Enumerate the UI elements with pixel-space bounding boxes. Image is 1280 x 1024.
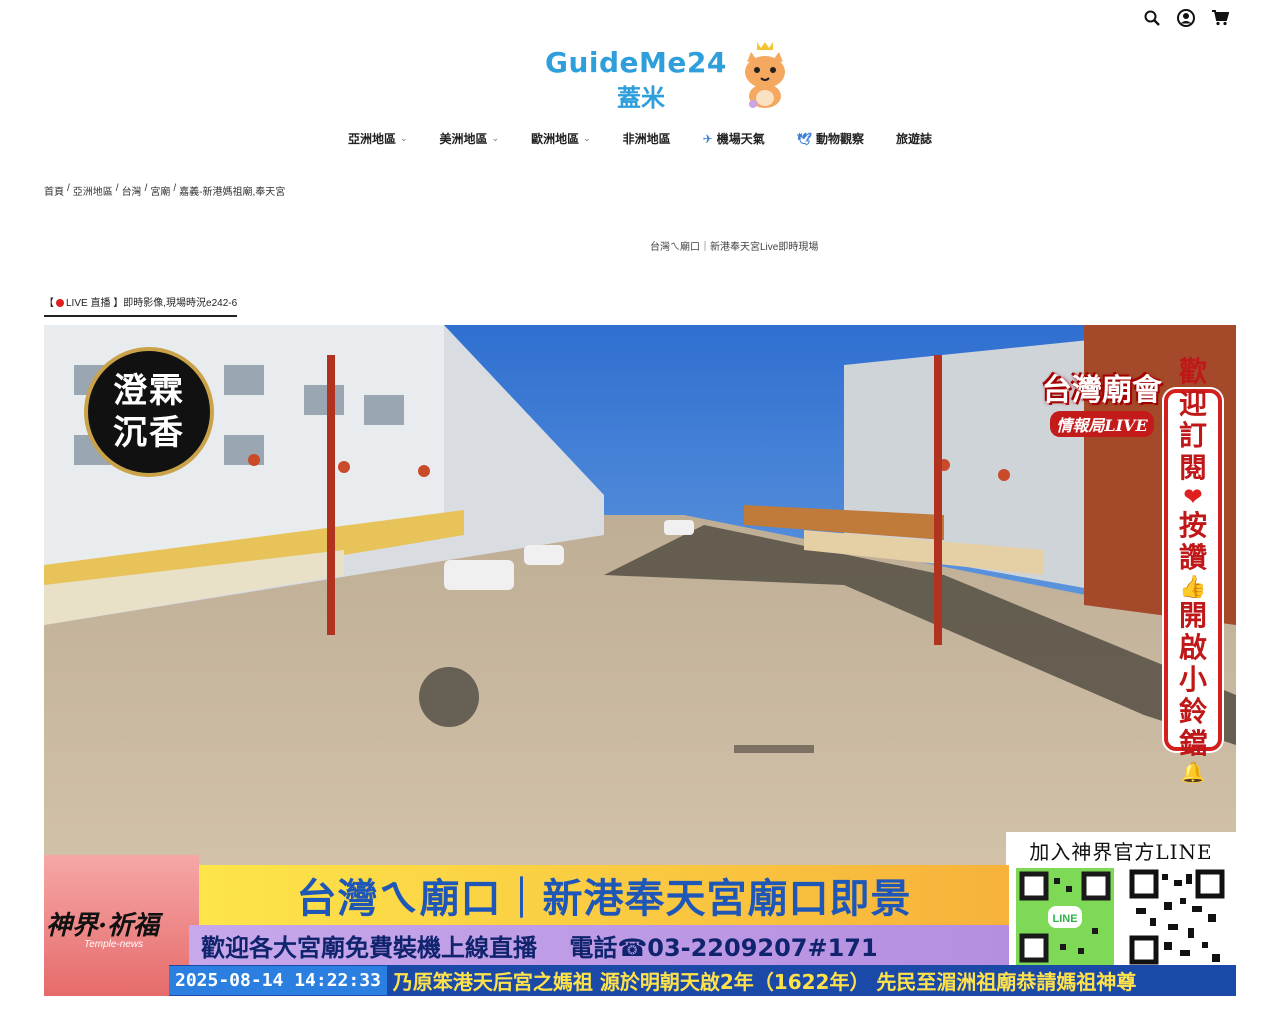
- subscribe-char: 小: [1178, 663, 1207, 696]
- subscribe-char: 歡: [1178, 355, 1207, 388]
- bird-icon: 🕊: [796, 131, 812, 146]
- line-title: 加入神界官方LINE: [1029, 840, 1213, 864]
- subscribe-char: 鐺: [1178, 727, 1207, 760]
- video-timestamp: 2025-08-14 14:22:33: [169, 966, 387, 995]
- heart-icon: ❤: [1183, 484, 1203, 510]
- breadcrumb-sep: /: [144, 183, 148, 194]
- chevron-down-icon: ⌄: [583, 133, 591, 143]
- svg-text:LINE: LINE: [1052, 913, 1077, 925]
- cart-icon[interactable]: [1210, 8, 1230, 28]
- page-subtitle: 台灣ㄟ廟口｜新港奉天宮Live即時現場: [650, 242, 819, 253]
- sponsor-badge-line: 澄霖: [113, 371, 185, 411]
- nav-label: 亞洲地區: [347, 132, 396, 146]
- banner-title: 台灣ㄟ廟口｜新港奉天宮廟口即景: [199, 865, 1009, 925]
- ticker-message: 乃原笨港天后宮之媽祖 源於明朝天啟2年（1622年） 先民至湄洲祖廟恭請媽祖神尊: [392, 970, 1137, 994]
- breadcrumb: 首頁 / 亞洲地區 / 台灣 / 宮廟 / 嘉義-新港媽祖廟,奉天宮: [44, 183, 285, 198]
- nav-label: 機場天氣: [716, 132, 765, 146]
- nav-item-americas[interactable]: 美洲地區 ⌄: [424, 128, 516, 149]
- cat-mascot-icon: [745, 42, 785, 108]
- nav-label: 旅遊誌: [896, 132, 933, 146]
- nav-item-animal-watch[interactable]: 🕊 動物觀察: [781, 128, 880, 149]
- banner-logo-text: 神界·祈福: [46, 911, 160, 941]
- nav-item-africa[interactable]: 非洲地區: [607, 128, 687, 149]
- live-video-player[interactable]: 澄霖 沉香 台灣廟會 情報局LIVE 歡 迎 訂 閱 ❤ 按 讚 👍 開 啟 小…: [44, 325, 1236, 996]
- live-dot-icon: [56, 299, 64, 307]
- nav-item-asia[interactable]: 亞洲地區 ⌄: [332, 128, 424, 149]
- nav-item-europe[interactable]: 歐洲地區 ⌄: [515, 128, 607, 149]
- nav-label: 美洲地區: [439, 132, 488, 146]
- tab-live-label: LIVE 直播 】即時影像,現場時況e242-6: [66, 298, 238, 309]
- sponsor-badge: 澄霖 沉香: [84, 347, 214, 477]
- tab-live-prefix: 【: [44, 298, 54, 309]
- breadcrumb-asia[interactable]: 亞洲地區: [73, 183, 113, 198]
- thumbs-up-icon: 👍: [1179, 574, 1207, 600]
- header-icons: [1142, 8, 1230, 28]
- nav-item-travel-journal[interactable]: 旅遊誌: [880, 128, 948, 149]
- banner-subtitle: 歡迎各大宮廟免費裝機上線直播 電話☎03-2209207#171: [189, 925, 1009, 965]
- qr-code-icon: [1128, 868, 1226, 966]
- bell-icon: 🔔: [1180, 760, 1206, 784]
- breadcrumb-current: 嘉義-新港媽祖廟,奉天宮: [179, 187, 286, 198]
- airplane-icon: ✈: [702, 131, 713, 146]
- nav-item-airport-weather[interactable]: ✈ 機場天氣: [687, 128, 781, 149]
- subscribe-char: 開: [1178, 599, 1207, 632]
- channel-brand-sub: 情報局LIVE: [1050, 411, 1154, 437]
- news-ticker: 2025-08-14 14:22:33 乃原笨港天后宮之媽祖 源於明朝天啟2年（…: [169, 965, 1236, 996]
- breadcrumb-taiwan[interactable]: 台灣: [122, 183, 142, 198]
- banner-title-text: 台灣ㄟ廟口｜新港奉天宮廟口即景: [296, 876, 912, 922]
- subscribe-char: 讚: [1178, 541, 1207, 574]
- logo-subtext: 蓋米: [617, 84, 665, 112]
- main-nav: 亞洲地區 ⌄ 美洲地區 ⌄ 歐洲地區 ⌄ 非洲地區 ✈ 機場天氣 🕊 動物觀察 旅遊誌: [0, 128, 1280, 149]
- logo-text: GuideMe24: [545, 46, 727, 79]
- nav-label: 非洲地區: [622, 132, 671, 146]
- breadcrumb-temples[interactable]: 宮廟: [150, 183, 170, 198]
- breadcrumb-home[interactable]: 首頁: [44, 183, 64, 198]
- nav-label: 歐洲地區: [531, 132, 580, 146]
- site-logo[interactable]: GuideMe24 蓋米: [545, 38, 795, 118]
- breadcrumb-sep: /: [173, 183, 177, 194]
- subscribe-char: 按: [1178, 509, 1207, 542]
- subscribe-char: 訂: [1178, 419, 1207, 452]
- channel-brand-title: 台灣廟會: [1042, 373, 1162, 408]
- line-qr-icon: LINE: [1016, 868, 1114, 966]
- breadcrumb-sep: /: [115, 183, 119, 194]
- chevron-down-icon: ⌄: [491, 133, 500, 143]
- search-icon[interactable]: [1142, 8, 1162, 28]
- subscribe-banner: 歡 迎 訂 閱 ❤ 按 讚 👍 開 啟 小 鈴 鐺 🔔: [1164, 356, 1222, 784]
- sponsor-badge-line: 沉香: [113, 413, 185, 453]
- channel-brand: 台灣廟會 情報局LIVE: [1042, 365, 1162, 437]
- nav-label: 動物觀察: [815, 132, 864, 146]
- tab-live[interactable]: 【 LIVE 直播 】即時影像,現場時況e242-6: [44, 294, 238, 317]
- breadcrumb-sep: /: [67, 183, 70, 194]
- subscribe-char: 啟: [1178, 631, 1207, 664]
- subscribe-char: 閱: [1178, 451, 1207, 484]
- banner-logo-sub: Temple-news: [84, 939, 144, 950]
- user-icon[interactable]: [1176, 8, 1196, 28]
- banner-subtitle-text: 歡迎各大宮廟免費裝機上線直播 電話☎03-2209207#171: [201, 933, 878, 962]
- subscribe-char: 迎: [1178, 387, 1207, 420]
- subscribe-char: 鈴: [1178, 695, 1207, 728]
- chevron-down-icon: ⌄: [399, 133, 408, 143]
